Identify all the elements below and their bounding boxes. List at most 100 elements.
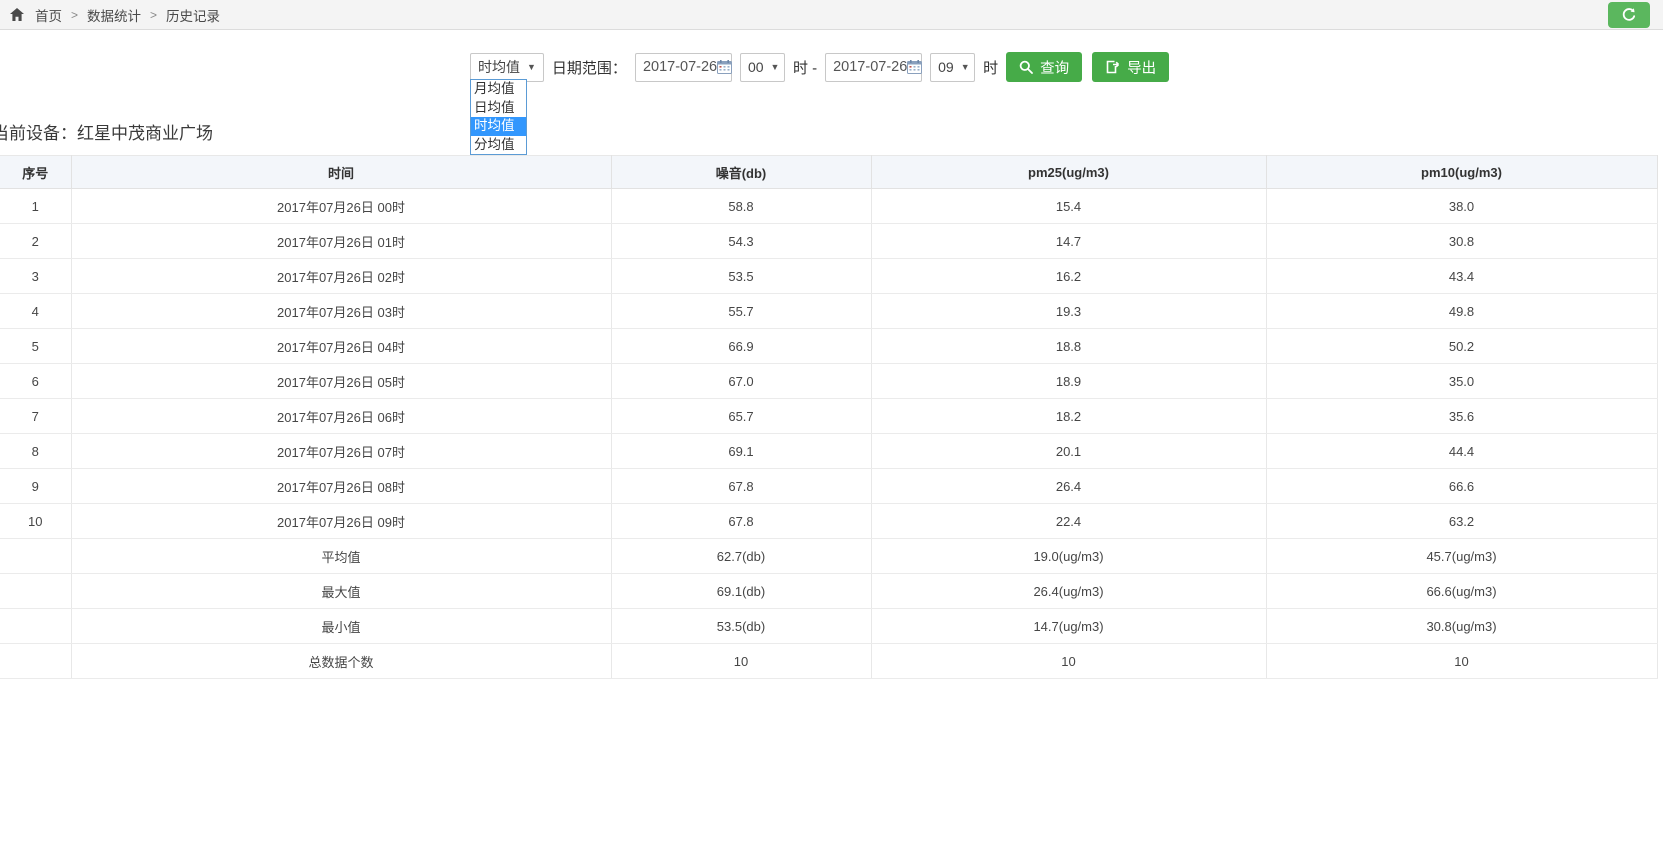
start-date-input[interactable]: 2017-07-26 <box>635 53 732 82</box>
end-hour-value: 09 <box>938 59 954 75</box>
query-button-label: 查询 <box>1040 57 1069 78</box>
end-date-value: 2017-07-26 <box>833 59 907 75</box>
start-hour-suffix-label: 时 - <box>793 57 817 78</box>
table-cell: 2017年07月26日 07时 <box>71 434 611 469</box>
dropdown-option[interactable]: 月均值 <box>471 80 526 99</box>
table-row: 平均值62.7(db)19.0(ug/m3)45.7(ug/m3) <box>0 539 1657 574</box>
history-data-table: 序号 时间 噪音(db) pm25(ug/m3) pm10(ug/m3) 120… <box>0 155 1658 679</box>
start-hour-value: 00 <box>748 59 764 75</box>
table-cell: 1 <box>0 189 71 224</box>
breadcrumb-history-records: 历史记录 <box>166 5 220 25</box>
table-cell: 62.7(db) <box>611 539 871 574</box>
table-cell: 69.1 <box>611 434 871 469</box>
header-pm10: pm10(ug/m3) <box>1266 156 1657 189</box>
dropdown-option[interactable]: 日均值 <box>471 99 526 118</box>
breadcrumb-home[interactable]: 首页 <box>35 5 62 25</box>
table-cell: 20.1 <box>871 434 1266 469</box>
table-row: 12017年07月26日 00时58.815.438.0 <box>0 189 1657 224</box>
table-cell: 4 <box>0 294 71 329</box>
breadcrumb-data-statistics[interactable]: 数据统计 <box>87 5 141 25</box>
table-row: 102017年07月26日 09时67.822.463.2 <box>0 504 1657 539</box>
table-cell: 63.2 <box>1266 504 1657 539</box>
start-date-value: 2017-07-26 <box>643 59 717 75</box>
table-cell: 2017年07月26日 06时 <box>71 399 611 434</box>
end-hour-select[interactable]: 09 ▼ <box>930 53 975 82</box>
table-cell: 10 <box>871 644 1266 679</box>
table-cell: 14.7 <box>871 224 1266 259</box>
table-cell: 2017年07月26日 04时 <box>71 329 611 364</box>
table-cell: 18.8 <box>871 329 1266 364</box>
breadcrumb-separator: > <box>150 8 157 22</box>
table-cell: 2017年07月26日 03时 <box>71 294 611 329</box>
export-button-label: 导出 <box>1127 57 1156 78</box>
period-select[interactable]: 时均值 ▼ <box>470 53 544 82</box>
table-cell: 35.6 <box>1266 399 1657 434</box>
table-cell: 50.2 <box>1266 329 1657 364</box>
end-date-input[interactable]: 2017-07-26 <box>825 53 922 82</box>
table-cell: 54.3 <box>611 224 871 259</box>
table-cell: 38.0 <box>1266 189 1657 224</box>
calendar-icon[interactable] <box>907 60 922 74</box>
table-cell: 26.4 <box>871 469 1266 504</box>
table-cell <box>0 644 71 679</box>
table-cell: 最小值 <box>71 609 611 644</box>
table-cell: 44.4 <box>1266 434 1657 469</box>
chevron-down-icon: ▼ <box>771 62 780 72</box>
table-cell: 2017年07月26日 09时 <box>71 504 611 539</box>
calendar-icon[interactable] <box>717 60 732 74</box>
table-cell: 6 <box>0 364 71 399</box>
table-cell: 67.8 <box>611 504 871 539</box>
topbar: 首页 > 数据统计 > 历史记录 <box>0 0 1663 30</box>
table-cell: 2017年07月26日 00时 <box>71 189 611 224</box>
current-device-label: 当前设备：红星中茂商业广场 <box>0 119 213 144</box>
table-cell: 总数据个数 <box>71 644 611 679</box>
header-index: 序号 <box>0 156 71 189</box>
table-cell: 45.7(ug/m3) <box>1266 539 1657 574</box>
header-pm25: pm25(ug/m3) <box>871 156 1266 189</box>
search-icon <box>1019 60 1033 74</box>
table-row: 82017年07月26日 07时69.120.144.4 <box>0 434 1657 469</box>
table-cell: 43.4 <box>1266 259 1657 294</box>
table-cell: 19.0(ug/m3) <box>871 539 1266 574</box>
table-cell: 30.8 <box>1266 224 1657 259</box>
table-cell: 66.6(ug/m3) <box>1266 574 1657 609</box>
table-cell: 66.9 <box>611 329 871 364</box>
table-cell: 65.7 <box>611 399 871 434</box>
table-cell: 53.5(db) <box>611 609 871 644</box>
query-button[interactable]: 查询 <box>1006 52 1082 82</box>
table-cell: 55.7 <box>611 294 871 329</box>
breadcrumb-separator: > <box>71 8 78 22</box>
table-cell: 2017年07月26日 01时 <box>71 224 611 259</box>
table-row: 最大值69.1(db)26.4(ug/m3)66.6(ug/m3) <box>0 574 1657 609</box>
table-cell: 8 <box>0 434 71 469</box>
table-cell: 53.5 <box>611 259 871 294</box>
table-cell: 66.6 <box>1266 469 1657 504</box>
table-row: 最小值53.5(db)14.7(ug/m3)30.8(ug/m3) <box>0 609 1657 644</box>
table-body: 12017年07月26日 00时58.815.438.022017年07月26日… <box>0 189 1657 679</box>
chevron-down-icon: ▼ <box>961 62 970 72</box>
refresh-icon <box>1621 7 1637 23</box>
dropdown-option[interactable]: 分均值 <box>471 136 526 155</box>
home-icon <box>10 8 24 21</box>
table-cell: 67.0 <box>611 364 871 399</box>
header-noise: 噪音(db) <box>611 156 871 189</box>
table-cell: 18.2 <box>871 399 1266 434</box>
chevron-down-icon: ▼ <box>527 62 536 72</box>
table-row: 32017年07月26日 02时53.516.243.4 <box>0 259 1657 294</box>
header-time: 时间 <box>71 156 611 189</box>
table-cell: 5 <box>0 329 71 364</box>
table-cell: 10 <box>1266 644 1657 679</box>
refresh-button[interactable] <box>1608 2 1650 28</box>
table-cell <box>0 539 71 574</box>
table-row: 72017年07月26日 06时65.718.235.6 <box>0 399 1657 434</box>
table-cell: 最大值 <box>71 574 611 609</box>
table-cell: 49.8 <box>1266 294 1657 329</box>
table-row: 42017年07月26日 03时55.719.349.8 <box>0 294 1657 329</box>
table-cell: 69.1(db) <box>611 574 871 609</box>
export-icon <box>1105 60 1120 74</box>
table-cell: 2017年07月26日 02时 <box>71 259 611 294</box>
table-row: 总数据个数101010 <box>0 644 1657 679</box>
dropdown-option[interactable]: 时均值 <box>471 117 526 136</box>
export-button[interactable]: 导出 <box>1092 52 1169 82</box>
start-hour-select[interactable]: 00 ▼ <box>740 53 785 82</box>
